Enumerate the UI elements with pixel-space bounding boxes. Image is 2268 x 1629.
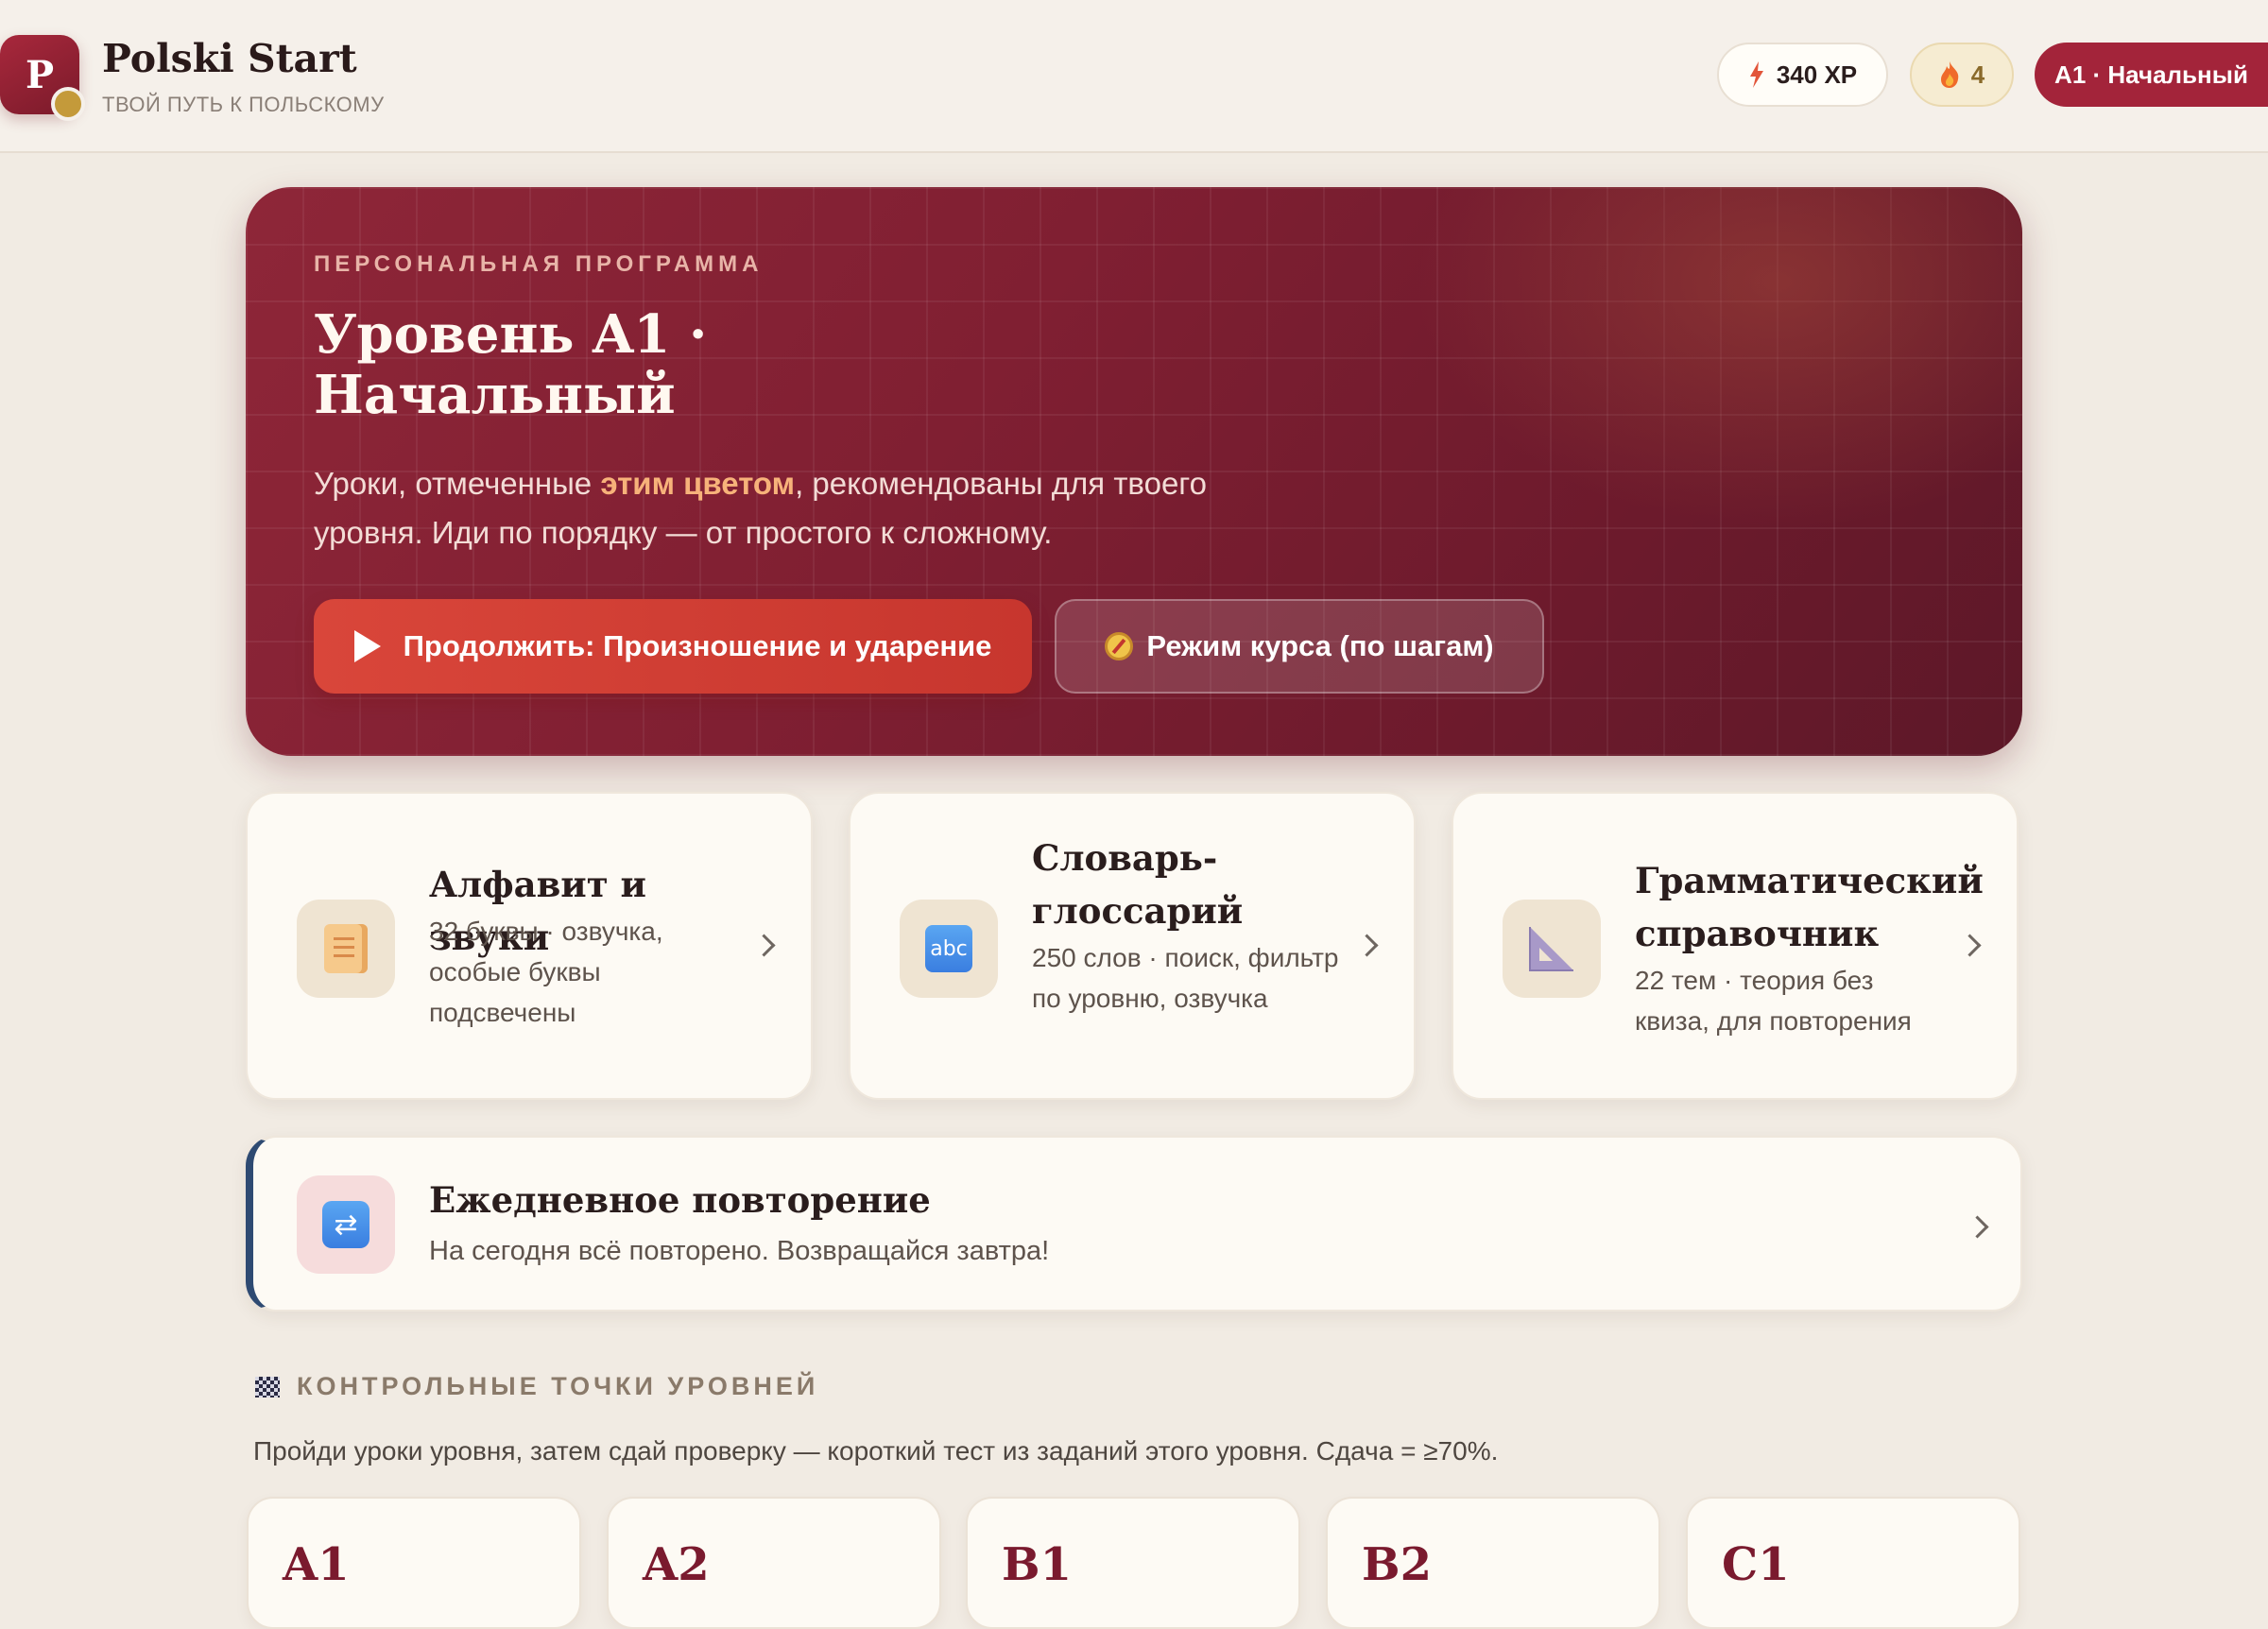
hero-description: Уроки, отмеченные этим цветом, рекомендо… [314,459,1259,557]
review-icon-bg: ⇄ [297,1175,395,1274]
checkpoint-level: B2 [1362,1538,1432,1591]
card-icon-bg [1503,900,1601,998]
hero-banner: ПЕРСОНАЛЬНАЯ ПРОГРАММА Уровень A1 · Нача… [246,187,2022,756]
level-label: A1 · Начальный [2054,60,2248,89]
checkpoint-card-b2[interactable]: B2 [1326,1497,1660,1629]
checkpoint-level: B1 [1002,1538,1072,1591]
card-glossary[interactable]: abc Словарь-глоссарий 250 слов · поиск, … [849,792,1416,1100]
app-subtitle: ТВОЙ ПУТЬ К ПОЛЬСКОМУ [102,93,385,116]
logo-letter: P [25,52,55,97]
chevron-right-icon [1966,1215,1989,1239]
chevron-right-icon [752,934,776,957]
chevron-right-icon [1958,934,1982,957]
card-description: 22 тем · теория без квиза, для повторени… [1635,966,1912,1036]
scroll-icon [324,924,368,973]
logo-status-dot [51,87,85,121]
card-title: Словарь-глоссарий [1032,837,1244,932]
card-description: 250 слов · поиск, фильтр по уровню, озву… [1032,943,1339,1013]
checkpoint-level: A1 [283,1538,350,1591]
checkpoints-heading: КОНТРОЛЬНЫЕ ТОЧКИ УРОВНЕЙ [255,1372,818,1401]
app-title: Polski Start [102,36,357,81]
repeat-icon: ⇄ [322,1201,369,1248]
daily-review-card[interactable]: ⇄ Ежедневное повторение На сегодня всё п… [246,1136,2022,1312]
checkpoints-heading-label: КОНТРОЛЬНЫЕ ТОЧКИ УРОВНЕЙ [297,1372,819,1400]
hero-desc-highlight: этим цветом [600,466,796,501]
course-mode-button[interactable]: Режим курса (по шагам) [1055,599,1544,694]
card-alphabet[interactable]: Алфавит и звуки 32 буквы · озвучка, особ… [246,792,813,1100]
checkpoints-description: Пройди уроки уровня, затем сдай проверку… [253,1436,1499,1466]
hero-desc-part: Уроки, отмеченные [314,466,601,501]
checkpoint-level: A2 [643,1538,710,1591]
card-icon-bg [297,900,395,998]
app-header: P Polski Start ТВОЙ ПУТЬ К ПОЛЬСКОМУ 340… [0,0,2268,153]
xp-value: 340 XP [1776,60,1858,89]
course-mode-label: Режим курса (по шагам) [1146,629,1494,662]
xp-badge[interactable]: 340 XP [1717,43,1888,107]
lightning-icon [1749,61,1763,88]
hero-eyebrow: ПЕРСОНАЛЬНАЯ ПРОГРАММА [314,251,764,277]
review-title: Ежедневное повторение [429,1179,931,1221]
hero-title: Уровень A1 · Начальный [314,303,708,426]
triangle-ruler-icon [1529,927,1573,971]
streak-badge[interactable]: 4 [1910,43,2014,107]
checkpoint-card-a1[interactable]: A1 [247,1497,581,1629]
checkpoint-level: C1 [1722,1538,1790,1591]
card-description: 32 буквы · озвучка, особые буквы подсвеч… [429,917,663,1027]
checkered-flag-icon [255,1376,280,1398]
checkpoint-card-c1[interactable]: C1 [1686,1497,2020,1629]
checkpoint-card-a2[interactable]: A2 [607,1497,941,1629]
streak-value: 4 [1970,60,1985,89]
card-title: Грамматический справочник [1635,860,1984,954]
compass-icon [1105,632,1134,660]
abc-icon: abc [925,925,972,972]
continue-lesson-label: Продолжить: Произношение и ударение [403,629,992,662]
chevron-right-icon [1355,934,1379,957]
review-description: На сегодня всё повторено. Возвращайся за… [429,1236,1050,1266]
level-badge[interactable]: A1 · Начальный [2035,43,2268,107]
continue-lesson-button[interactable]: Продолжить: Произношение и ударение [314,599,1032,694]
play-icon [353,630,381,662]
card-icon-bg: abc [900,900,998,998]
flame-icon [1940,61,1959,88]
card-grammar[interactable]: Грамматический справочник 22 тем · теори… [1452,792,2019,1100]
checkpoint-card-b1[interactable]: B1 [966,1497,1300,1629]
